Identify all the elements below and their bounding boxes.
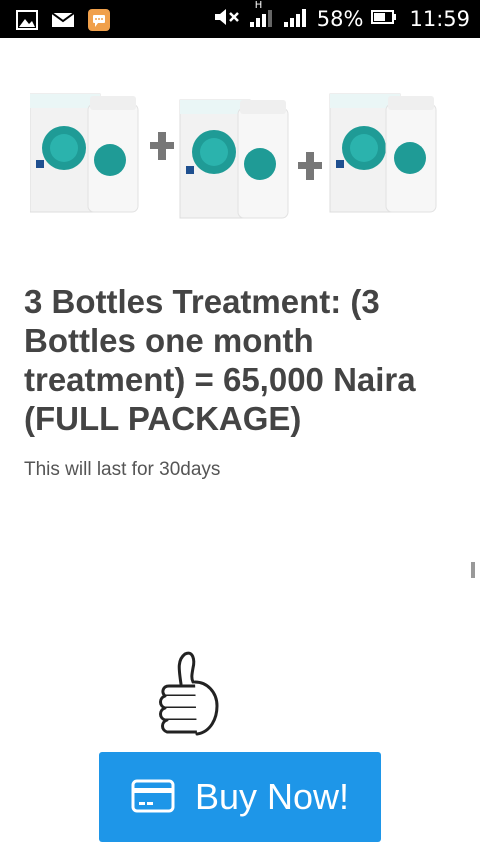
signal-icon bbox=[283, 6, 309, 33]
credit-card-icon bbox=[131, 779, 175, 816]
image-icon bbox=[16, 10, 38, 35]
chat-icon bbox=[88, 9, 110, 36]
bottle-package bbox=[329, 93, 437, 213]
plus-icon bbox=[150, 132, 174, 160]
plus-icon bbox=[298, 152, 322, 180]
product-duration-text: This will last for 30days bbox=[24, 459, 221, 480]
bottle-package bbox=[179, 99, 289, 219]
three-bottles-product-image bbox=[29, 86, 440, 226]
battery-percent: 58% bbox=[316, 7, 364, 31]
mail-icon bbox=[51, 11, 75, 34]
buy-now-button[interactable]: Buy Now! bbox=[99, 752, 381, 842]
signal-icon: H bbox=[249, 0, 275, 33]
scrollbar-thumb[interactable] bbox=[471, 562, 475, 578]
buy-now-label: Buy Now! bbox=[194, 776, 350, 817]
status-bar: H 58% 11:59 bbox=[0, 0, 480, 38]
bottle-package bbox=[29, 93, 139, 213]
mute-icon bbox=[213, 6, 241, 33]
product-title: 3 Bottles Treatment: (3 Bottles one mont… bbox=[24, 283, 416, 437]
network-type-label: H bbox=[254, 0, 263, 11]
thumbs-up-icon bbox=[155, 648, 229, 744]
battery-icon bbox=[371, 9, 397, 30]
clock: 11:59 bbox=[409, 7, 470, 31]
